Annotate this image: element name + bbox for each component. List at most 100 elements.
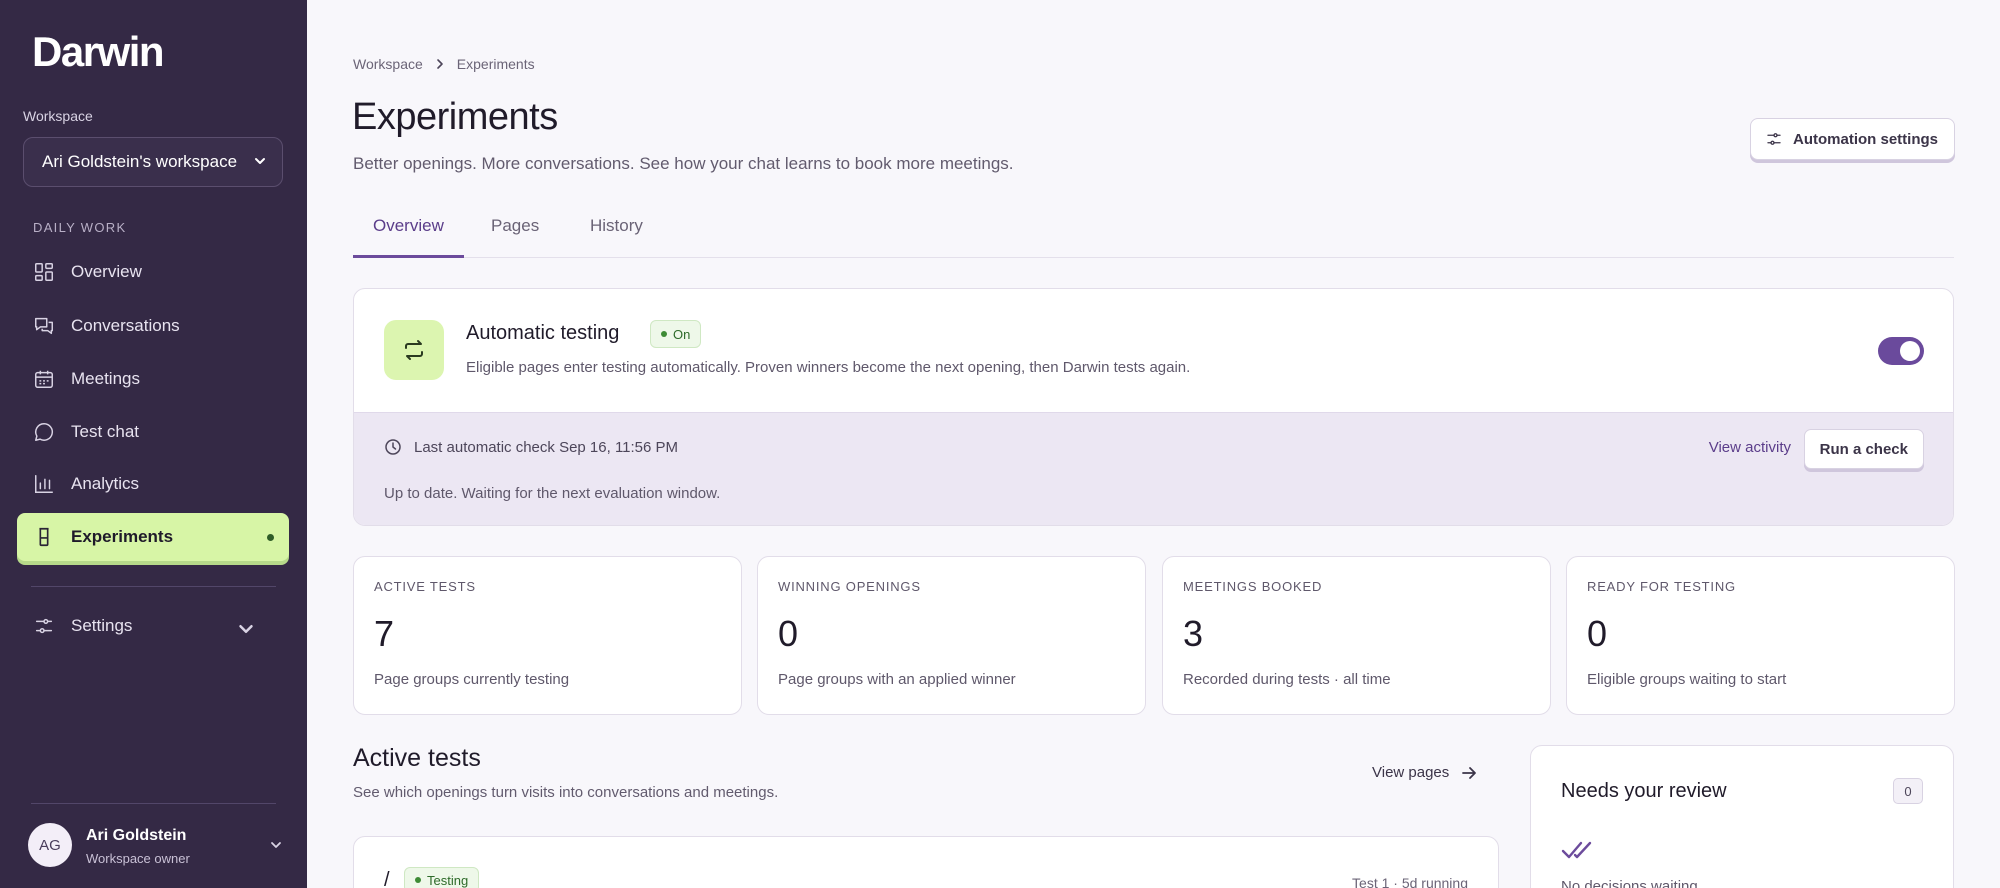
tab-bar: Overview Pages History <box>353 210 1954 258</box>
refresh-icon <box>405 340 423 360</box>
sidebar-item-label: Meetings <box>71 369 140 388</box>
grid-icon <box>35 263 53 281</box>
breadcrumb-experiments: Experiments <box>456 56 535 72</box>
user-role: Workspace owner <box>86 851 190 866</box>
bar-chart-icon <box>35 475 53 493</box>
status-dot <box>415 877 421 883</box>
sidebar-item-label: Analytics <box>71 474 140 493</box>
sidebar-item-meetings[interactable]: Meetings <box>17 355 289 403</box>
page-subtitle: Better openings. More conversations. See… <box>353 154 1014 173</box>
tab-history[interactable]: History <box>570 210 663 258</box>
stat-label: MEETINGS BOOKED <box>1183 579 1323 594</box>
automatic-testing-card: Automatic testing On Eligible pages ente… <box>353 288 1954 526</box>
stat-description: Eligible groups waiting to start <box>1587 671 1787 688</box>
view-activity-link[interactable]: View activity <box>1709 439 1791 456</box>
sidebar: Darwin Workspace Ari Goldstein's workspa… <box>0 0 307 888</box>
toggle-knob <box>1900 341 1920 361</box>
sidebar-item-analytics[interactable]: Analytics <box>17 460 289 508</box>
breadcrumb-workspace[interactable]: Workspace <box>353 56 423 72</box>
active-tests-title: Active tests <box>353 744 481 772</box>
sidebar-divider <box>31 803 276 804</box>
automatic-testing-footer: Last automatic check Sep 16, 11:56 PM Up… <box>354 412 1953 525</box>
stat-card-ready-for-testing: READY FOR TESTING 0 Eligible groups wait… <box>1566 556 1955 715</box>
calendar-icon <box>35 370 53 388</box>
chevron-down-icon <box>239 625 253 633</box>
automation-settings-button[interactable]: Automation settings <box>1750 118 1955 160</box>
tab-overview[interactable]: Overview <box>353 210 464 258</box>
automatic-testing-toggle[interactable] <box>1878 337 1924 365</box>
main-content: Workspace Experiments Experiments Better… <box>307 0 2000 888</box>
active-test-row[interactable]: / Testing Test 1 · 5d running <box>353 836 1499 888</box>
run-check-button[interactable]: Run a check <box>1803 429 1924 469</box>
workspace-label: Workspace <box>23 108 93 124</box>
stat-label: ACTIVE TESTS <box>374 579 476 594</box>
sidebar-item-overview[interactable]: Overview <box>17 248 289 296</box>
chevron-down-icon <box>271 842 281 848</box>
needs-review-title: Needs your review <box>1561 780 1727 802</box>
workspace-select-value: Ari Goldstein's workspace <box>42 152 238 171</box>
stat-card-winning-openings: WINNING OPENINGS 0 Page groups with an a… <box>757 556 1146 715</box>
stat-card-meetings-booked: MEETINGS BOOKED 3 Recorded during tests … <box>1162 556 1551 715</box>
automatic-testing-title: Automatic testing <box>466 322 620 344</box>
stat-label: WINNING OPENINGS <box>778 579 921 594</box>
sidebar-divider <box>31 586 276 587</box>
chevron-right-icon <box>436 59 443 69</box>
status-dot <box>661 331 667 337</box>
breadcrumb: Workspace Experiments <box>353 56 535 72</box>
stat-value: 3 <box>1183 613 1204 654</box>
sidebar-item-label: Experiments <box>71 527 174 546</box>
stat-description: Page groups with an applied winner <box>778 671 1016 688</box>
needs-review-count: 0 <box>1893 778 1923 804</box>
avatar: AG <box>28 823 72 867</box>
stat-card-active-tests: ACTIVE TESTS 7 Page groups currently tes… <box>353 556 742 715</box>
last-check: Last automatic check Sep 16, 11:56 PM <box>384 438 678 456</box>
chevron-down-icon <box>255 158 265 164</box>
last-check-text: Last automatic check Sep 16, 11:56 PM <box>414 438 679 456</box>
page-title: Experiments <box>352 96 558 138</box>
stat-value: 7 <box>374 613 395 654</box>
evaluation-status: Up to date. Waiting for the next evaluat… <box>384 485 721 502</box>
stat-description: Recorded during tests · all time <box>1183 671 1391 688</box>
automation-settings-label: Automation settings <box>1793 130 1938 148</box>
test-page-path: / <box>384 869 390 888</box>
view-pages-label: View pages <box>1372 764 1450 781</box>
stat-value: 0 <box>1587 613 1608 654</box>
testing-badge-label: Testing <box>427 872 469 888</box>
user-menu[interactable]: AG Ari Goldstein Workspace owner <box>28 823 288 873</box>
sidebar-item-label: Test chat <box>71 422 140 441</box>
sidebar-item-label: Settings <box>71 616 133 635</box>
sliders-icon <box>1767 133 1781 145</box>
testing-badge: Testing <box>404 867 480 888</box>
app-logo[interactable]: Darwin <box>32 28 165 76</box>
sliders-icon <box>35 618 53 634</box>
sidebar-item-conversations[interactable]: Conversations <box>17 302 289 350</box>
active-indicator-dot <box>267 534 274 541</box>
sidebar-item-settings[interactable]: Settings <box>17 602 289 650</box>
double-check-icon <box>1561 841 1592 859</box>
sidebar-item-test-chat[interactable]: Test chat <box>17 408 289 456</box>
stat-label: READY FOR TESTING <box>1587 579 1736 594</box>
test-meta: Test 1 · 5d running <box>1352 875 1468 888</box>
status-badge-label: On <box>673 326 691 342</box>
sidebar-item-label: Overview <box>71 262 142 281</box>
view-pages-link[interactable]: View pages <box>1372 764 1477 781</box>
flask-icon <box>39 527 49 547</box>
status-badge: On <box>650 320 702 348</box>
daily-work-section-label: DAILY WORK <box>33 220 127 235</box>
workspace-select[interactable]: Ari Goldstein's workspace <box>23 137 283 187</box>
active-tests-subtitle: See which openings turn visits into conv… <box>353 784 779 801</box>
tab-pages[interactable]: Pages <box>471 210 559 258</box>
refresh-icon-tile <box>384 320 444 380</box>
chat-bubble-icon <box>35 423 54 441</box>
sidebar-item-experiments[interactable]: Experiments <box>17 513 289 561</box>
user-name: Ari Goldstein <box>86 827 187 844</box>
needs-review-empty: No decisions waiting <box>1561 878 1698 888</box>
chat-bubbles-icon <box>35 317 53 335</box>
stat-value: 0 <box>778 613 799 654</box>
stat-description: Page groups currently testing <box>374 671 570 688</box>
arrow-right-icon <box>1462 766 1477 779</box>
sidebar-item-label: Conversations <box>71 316 180 335</box>
needs-review-card: Needs your review 0 No decisions waiting <box>1530 745 1954 888</box>
automatic-testing-description: Eligible pages enter testing automatical… <box>466 359 1191 376</box>
clock-icon <box>385 439 401 455</box>
